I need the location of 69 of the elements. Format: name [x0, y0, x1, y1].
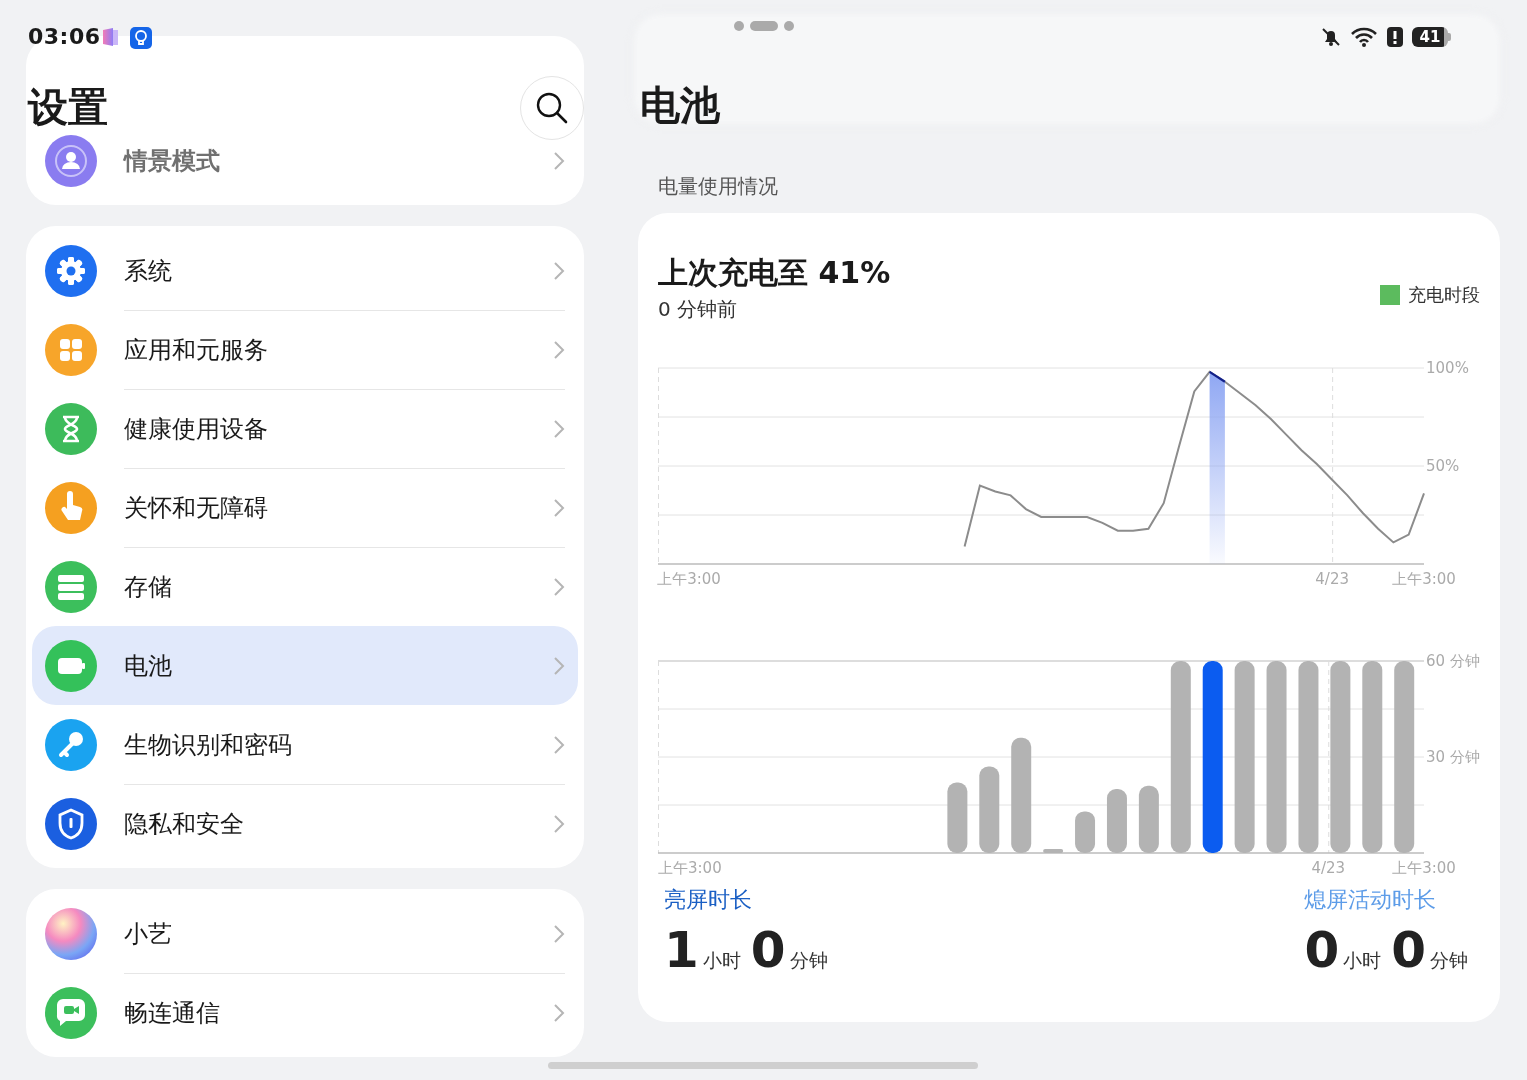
bar[interactable]	[1075, 811, 1096, 853]
chevron-icon	[553, 260, 565, 281]
page-title: 电池	[639, 82, 721, 128]
bar[interactable]	[1106, 789, 1127, 853]
settings-item[interactable]: 系统	[26, 231, 584, 310]
card-title: 上次充电至 41%	[658, 254, 891, 292]
bar[interactable]	[947, 782, 968, 853]
axis-label: 上午3:00	[657, 570, 721, 588]
unit-label: 小时	[702, 948, 741, 973]
axis-label: 上午3:00	[1392, 859, 1456, 877]
chevron-icon	[553, 656, 565, 676]
chevron-icon	[553, 923, 565, 944]
bar[interactable]	[1170, 661, 1191, 853]
stat-value: 0	[1391, 923, 1426, 977]
axis-label: 60 分钟	[1426, 652, 1480, 670]
unit-label: 分钟	[789, 948, 828, 973]
bar[interactable]	[1011, 737, 1032, 853]
stat-value: 0	[1304, 923, 1340, 977]
chevron-icon	[553, 735, 565, 755]
stat-value: 1	[664, 923, 699, 977]
status-time: 03:06	[28, 24, 101, 49]
chevron-icon	[553, 150, 565, 171]
unit-label: 小时	[1343, 948, 1382, 973]
page-title: 设置	[28, 83, 108, 132]
settings-item[interactable]: 小艺	[26, 894, 584, 973]
card-subtitle: 0 分钟前	[658, 296, 739, 323]
stat-label[interactable]: 亮屏时长	[664, 887, 834, 913]
book-icon	[101, 27, 120, 47]
stat-value: 0	[750, 923, 786, 977]
selected-bar[interactable]	[1202, 661, 1223, 853]
axis-label: 100%	[1426, 359, 1469, 377]
bar[interactable]	[1330, 661, 1351, 853]
bar[interactable]	[1394, 661, 1415, 853]
chevron-icon	[553, 498, 565, 518]
chevron-icon	[553, 814, 565, 834]
wifi-icon	[1350, 26, 1378, 48]
bar[interactable]	[979, 766, 1000, 853]
window-handle[interactable]	[733, 20, 795, 32]
settings-item[interactable]: 健康使用设备	[26, 389, 584, 468]
axis-label: 上午3:00	[658, 859, 722, 877]
battery-indicator: 41	[1412, 27, 1451, 47]
axis-label: 50%	[1426, 457, 1460, 475]
unit-label: 分钟	[1430, 948, 1468, 973]
settings-item[interactable]: 电池	[32, 626, 578, 705]
axis-label: 4/23	[1311, 859, 1346, 877]
axis-label: 30 分钟	[1426, 748, 1480, 766]
chevron-icon	[553, 419, 565, 439]
orb-icon	[45, 907, 97, 960]
chevron-icon	[553, 1003, 565, 1023]
alert-icon	[1386, 26, 1404, 48]
bar[interactable]	[1234, 661, 1255, 853]
settings-item[interactable]: 生物识别和密码	[26, 705, 584, 784]
search-icon	[535, 91, 569, 125]
settings-item[interactable]: 应用和元服务	[26, 310, 584, 389]
bar[interactable]	[1043, 849, 1064, 853]
section-label: 电量使用情况	[658, 173, 779, 199]
legend-swatch	[1380, 285, 1400, 305]
bar[interactable]	[1266, 661, 1287, 853]
bar[interactable]	[1298, 661, 1319, 853]
legend-label: 充电时段	[1408, 283, 1480, 307]
bar[interactable]	[1362, 661, 1383, 853]
chevron-icon	[553, 340, 565, 360]
axis-label: 4/23	[1315, 570, 1349, 588]
chevron-icon	[553, 577, 565, 597]
settings-item[interactable]: 关怀和无障碍	[26, 468, 584, 547]
settings-item[interactable]: 隐私和安全	[26, 784, 584, 863]
axis-label: 上午3:00	[1392, 570, 1456, 588]
settings-item[interactable]: 畅连通信	[26, 973, 584, 1052]
bar[interactable]	[1138, 785, 1159, 853]
